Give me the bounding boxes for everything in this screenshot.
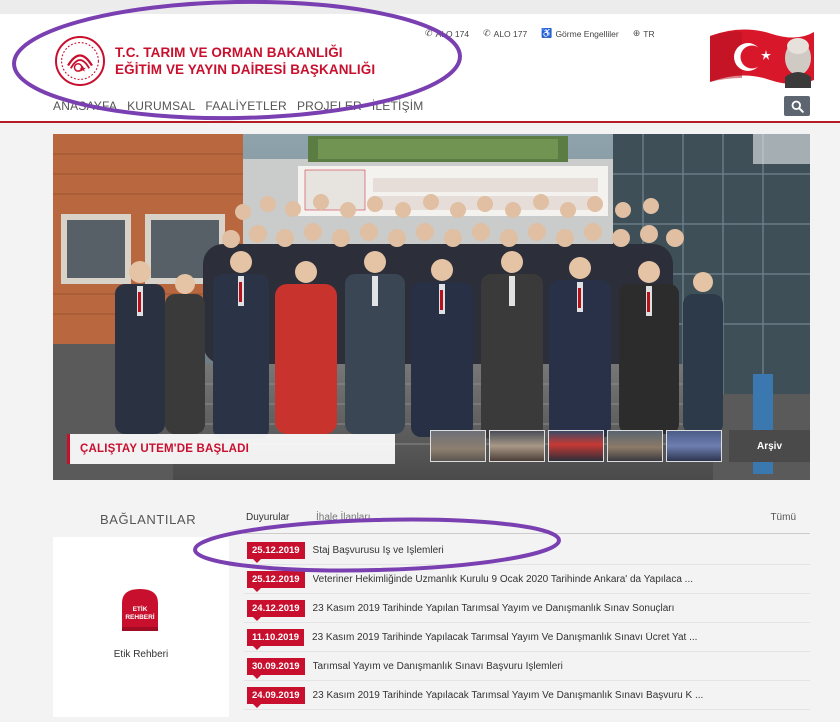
turkish-flag-portrait-image <box>702 22 822 90</box>
search-button[interactable] <box>784 96 810 116</box>
site-title[interactable]: T.C. TARIM VE ORMAN BAKANLIĞI EĞİTİM VE … <box>115 44 375 78</box>
accessibility-icon: ♿ <box>541 28 553 38</box>
archive-button[interactable]: Arşiv <box>729 430 810 462</box>
ethics-badge-line1: ETİK <box>133 605 148 613</box>
news-date-badge: 30.09.2019 <box>247 657 305 679</box>
nav-item-contact[interactable]: İLETİŞİM <box>372 99 424 113</box>
top-link-label: ALO 177 <box>493 28 528 39</box>
news-title: 23 Kasım 2019 Tarihinde Yapılacak Tarıms… <box>312 631 698 643</box>
nav-item-projects[interactable]: PROJELER <box>297 99 362 113</box>
slide-thumbnails <box>430 430 722 462</box>
top-utility-links: ✆ ALO 174 ✆ ALO 177 ♿ Görme Engelliler ⊕… <box>425 28 655 39</box>
nav-item-home[interactable]: ANASAYFA <box>53 99 117 113</box>
news-item[interactable]: 24.12.2019 23 Kasım 2019 Tarihinde Yapıl… <box>244 594 810 623</box>
news-item[interactable]: 25.12.2019 Veteriner Hekimliğinde Uzmanl… <box>244 565 810 594</box>
news-tabs: Duyurular İhale İlanları Tümü <box>244 512 810 534</box>
news-date-badge: 25.12.2019 <box>247 541 305 563</box>
links-section-title: BAĞLANTILAR <box>100 512 197 527</box>
news-title: Staj Başvurusu İş ve İşlemleri <box>312 544 444 556</box>
news-list: 25.12.2019 Staj Başvurusu İş ve İşlemler… <box>244 536 810 710</box>
news-date-badge: 25.12.2019 <box>247 570 305 592</box>
browser-top-strip <box>0 0 840 14</box>
group-photo-image <box>53 134 810 480</box>
hero-slider[interactable]: ÇALIŞTAY UTEM'DE BAŞLADI Arşiv <box>53 134 810 480</box>
top-link-alo177[interactable]: ✆ ALO 177 <box>483 28 527 39</box>
nav-item-activities[interactable]: FAALİYETLER <box>205 99 287 113</box>
news-date-badge: 24.09.2019 <box>247 686 305 708</box>
news-item[interactable]: 30.09.2019 Tarımsal Yayım ve Danışmanlık… <box>244 652 810 681</box>
news-item[interactable]: 11.10.2019 23 Kasım 2019 Tarihinde Yapıl… <box>244 623 810 652</box>
slide-thumbnail[interactable] <box>607 430 663 462</box>
phone-icon: ✆ <box>425 28 433 38</box>
top-link-label: Görme Engelliler <box>555 28 619 39</box>
tab-tenders[interactable]: İhale İlanları <box>316 512 370 523</box>
globe-icon: ⊕ <box>632 28 641 38</box>
ethics-badge-line2: REHBERİ <box>125 613 154 621</box>
top-link-language[interactable]: ⊕ TR <box>633 28 655 39</box>
main-nav: ANASAYFA KURUMSAL FAALİYETLER PROJELER İ… <box>53 99 424 113</box>
nav-item-institutional[interactable]: KURUMSAL <box>127 99 195 113</box>
news-date-badge: 24.12.2019 <box>247 599 305 621</box>
tab-announcements[interactable]: Duyurular <box>246 512 289 523</box>
news-title: Tarımsal Yayım ve Danışmanlık Sınavı Baş… <box>312 660 563 672</box>
search-icon <box>791 100 804 113</box>
ethics-guide-badge-icon: ETİK REHBERİ <box>118 585 162 633</box>
news-title: 23 Kasım 2019 Tarihinde Yapılan Tarımsal… <box>312 602 675 614</box>
news-title: Veteriner Hekimliğinde Uzmanlık Kurulu 9… <box>312 573 694 585</box>
header-divider <box>0 121 840 123</box>
news-title: 23 Kasım 2019 Tarihinde Yapılacak Tarıms… <box>312 689 704 701</box>
slide-thumbnail[interactable] <box>548 430 604 462</box>
top-link-label: TR <box>643 28 655 39</box>
slide-thumbnail[interactable] <box>430 430 486 462</box>
slide-thumbnail[interactable] <box>666 430 722 462</box>
slide-caption-text: ÇALIŞTAY UTEM'DE BAŞLADI <box>80 443 249 455</box>
ethics-guide-card[interactable]: ETİK REHBERİ Etik Rehberi <box>53 537 229 717</box>
news-item[interactable]: 24.09.2019 23 Kasım 2019 Tarihinde Yapıl… <box>244 681 810 710</box>
news-date-badge: 11.10.2019 <box>247 628 305 650</box>
top-link-label: ALO 174 <box>435 28 470 39</box>
ministry-logo-icon[interactable] <box>55 36 105 86</box>
slide-caption[interactable]: ÇALIŞTAY UTEM'DE BAŞLADI <box>67 434 395 464</box>
phone-icon: ✆ <box>483 28 491 38</box>
top-link-visually-impaired[interactable]: ♿ Görme Engelliler <box>541 28 619 39</box>
slide-thumbnail[interactable] <box>489 430 545 462</box>
view-all-link[interactable]: Tümü <box>770 512 796 523</box>
top-link-alo174[interactable]: ✆ ALO 174 <box>425 28 469 39</box>
ethics-guide-label: Etik Rehberi <box>113 649 169 660</box>
news-item[interactable]: 25.12.2019 Staj Başvurusu İş ve İşlemler… <box>244 536 810 565</box>
site-title-line1: T.C. TARIM VE ORMAN BAKANLIĞI <box>115 45 343 60</box>
site-title-line2: EĞİTİM VE YAYIN DAİRESİ BAŞKANLIĞI <box>115 62 376 77</box>
